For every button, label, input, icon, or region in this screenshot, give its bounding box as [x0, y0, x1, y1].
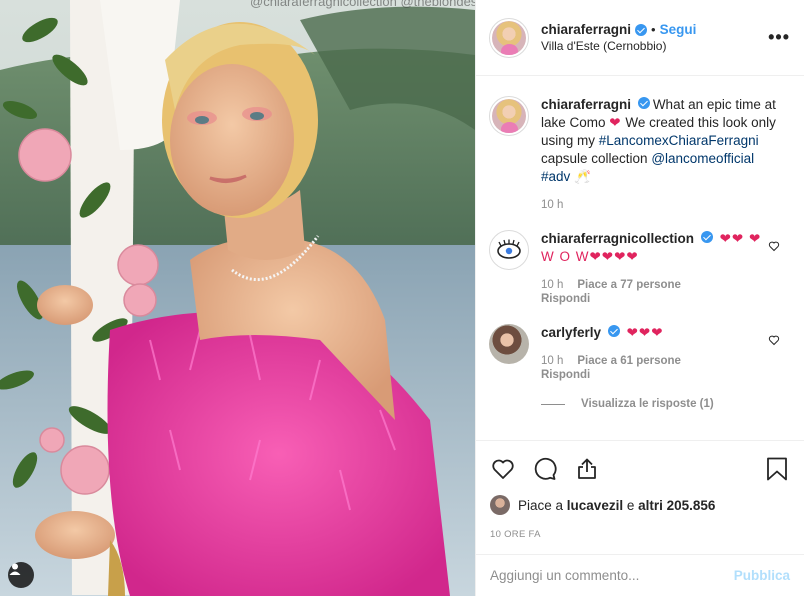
add-comment-bar: Pubblica	[476, 554, 804, 596]
post-time-ago[interactable]: 10 ORE FA	[490, 529, 790, 540]
person-tag-icon[interactable]	[8, 562, 34, 588]
comment-time[interactable]: 10 h	[541, 278, 563, 292]
verified-badge-icon	[607, 325, 620, 337]
comment-username[interactable]: chiaraferragnicollection	[541, 231, 694, 246]
avatar[interactable]	[489, 17, 529, 58]
comment-item: carlyferly ❤❤❤ 10 h Piace a 61 persone R…	[489, 324, 790, 382]
publish-button[interactable]: Pubblica	[734, 568, 790, 583]
caption-username[interactable]: chiaraferragni	[541, 97, 631, 112]
view-replies-label: Visualizza le risposte (1)	[581, 398, 714, 410]
verified-badge-icon	[700, 231, 713, 243]
photo-overlay-text: @chiaraferragnicollection @theblondesala…	[250, 0, 475, 9]
caption: chiaraferragni What an epic time at lake…	[489, 96, 790, 212]
avatar-image	[492, 20, 526, 55]
more-options-icon[interactable]: •••	[768, 27, 790, 48]
separator-dot: •	[651, 22, 656, 37]
comments-section[interactable]: chiaraferragni What an epic time at lake…	[476, 76, 804, 440]
comment-like-heart-icon[interactable]	[768, 334, 780, 346]
reply-button[interactable]: Rispondi	[541, 292, 766, 306]
comment-meta: 10 h Piace a 77 persone	[541, 278, 766, 292]
follow-button[interactable]: Segui	[660, 22, 697, 37]
share-icon[interactable]	[574, 456, 600, 482]
comment-bubble-icon[interactable]	[532, 456, 558, 482]
comment-text: ❤❤❤	[626, 325, 664, 340]
comment-item: chiaraferragnicollection ❤❤ ❤W O W❤❤❤❤ 1…	[489, 230, 790, 306]
comment-avatar[interactable]	[489, 230, 529, 270]
likes-count-button[interactable]: altri 205.856	[638, 498, 715, 513]
mention-link[interactable]: @lancomeofficial	[651, 151, 754, 166]
avatar-image	[492, 99, 526, 133]
likes-mid: e	[626, 497, 635, 513]
comment-meta: 10 h Piace a 61 persone	[541, 354, 766, 368]
post-actions: Piace a lucavezil e altri 205.856 10 ORE…	[476, 440, 804, 554]
comment-body: chiaraferragnicollection ❤❤ ❤W O W❤❤❤❤ 1…	[541, 230, 790, 306]
like-heart-icon[interactable]	[490, 456, 516, 482]
action-icons	[490, 449, 790, 489]
comment-likes[interactable]: Piace a 61 persone	[577, 354, 681, 368]
likes-prefix: Piace a	[518, 497, 564, 513]
caption-time[interactable]: 10 h	[541, 198, 563, 212]
comment-likes[interactable]: Piace a 77 persone	[577, 278, 681, 292]
comment-time[interactable]: 10 h	[541, 354, 563, 368]
replies-divider	[541, 403, 565, 405]
liker-avatar[interactable]	[490, 495, 510, 515]
hashtag-link[interactable]: #adv	[541, 169, 570, 184]
verified-badge-icon	[637, 97, 650, 109]
verified-badge-icon	[635, 23, 648, 36]
header-username[interactable]: chiaraferragni	[541, 22, 631, 37]
eye-logo-icon	[497, 239, 521, 259]
caption-meta: 10 h	[541, 198, 782, 212]
post-side-panel: chiaraferragni • Segui Villa d'Este (Cer…	[475, 0, 804, 596]
comment-input[interactable]	[490, 568, 734, 583]
view-replies-button[interactable]: Visualizza le risposte (1)	[541, 398, 790, 410]
avatar-image	[489, 324, 529, 364]
instagram-post: @chiaraferragnicollection @theblondesala…	[0, 0, 804, 596]
reply-button[interactable]: Rispondi	[541, 368, 766, 382]
heart-emoji: ❤	[609, 115, 622, 130]
comment-like-heart-icon[interactable]	[768, 240, 780, 252]
comment-username[interactable]: carlyferly	[541, 325, 601, 340]
location-link[interactable]: Villa d'Este (Cernobbio)	[541, 39, 768, 53]
liker-username[interactable]: lucavezil	[567, 498, 623, 513]
caption-avatar[interactable]	[489, 96, 529, 136]
avatar-image	[492, 233, 526, 267]
likes-summary: Piace a lucavezil e altri 205.856	[490, 495, 790, 515]
caption-text: capsule collection	[541, 151, 652, 166]
post-photo[interactable]: @chiaraferragnicollection @theblondesala…	[0, 0, 475, 596]
comment-avatar[interactable]	[489, 324, 529, 364]
user-meta: chiaraferragni • Segui Villa d'Este (Cer…	[541, 22, 768, 53]
bookmark-icon[interactable]	[764, 456, 790, 482]
caption-text: 🥂	[570, 169, 591, 184]
photo-illustration	[0, 0, 475, 596]
post-header: chiaraferragni • Segui Villa d'Este (Cer…	[476, 0, 804, 76]
user-line: chiaraferragni • Segui	[541, 22, 768, 37]
caption-body: chiaraferragni What an epic time at lake…	[541, 96, 790, 212]
comment-body: carlyferly ❤❤❤ 10 h Piace a 61 persone R…	[541, 324, 790, 382]
hashtag-link[interactable]: #LancomexChiaraFerragni	[599, 133, 759, 148]
